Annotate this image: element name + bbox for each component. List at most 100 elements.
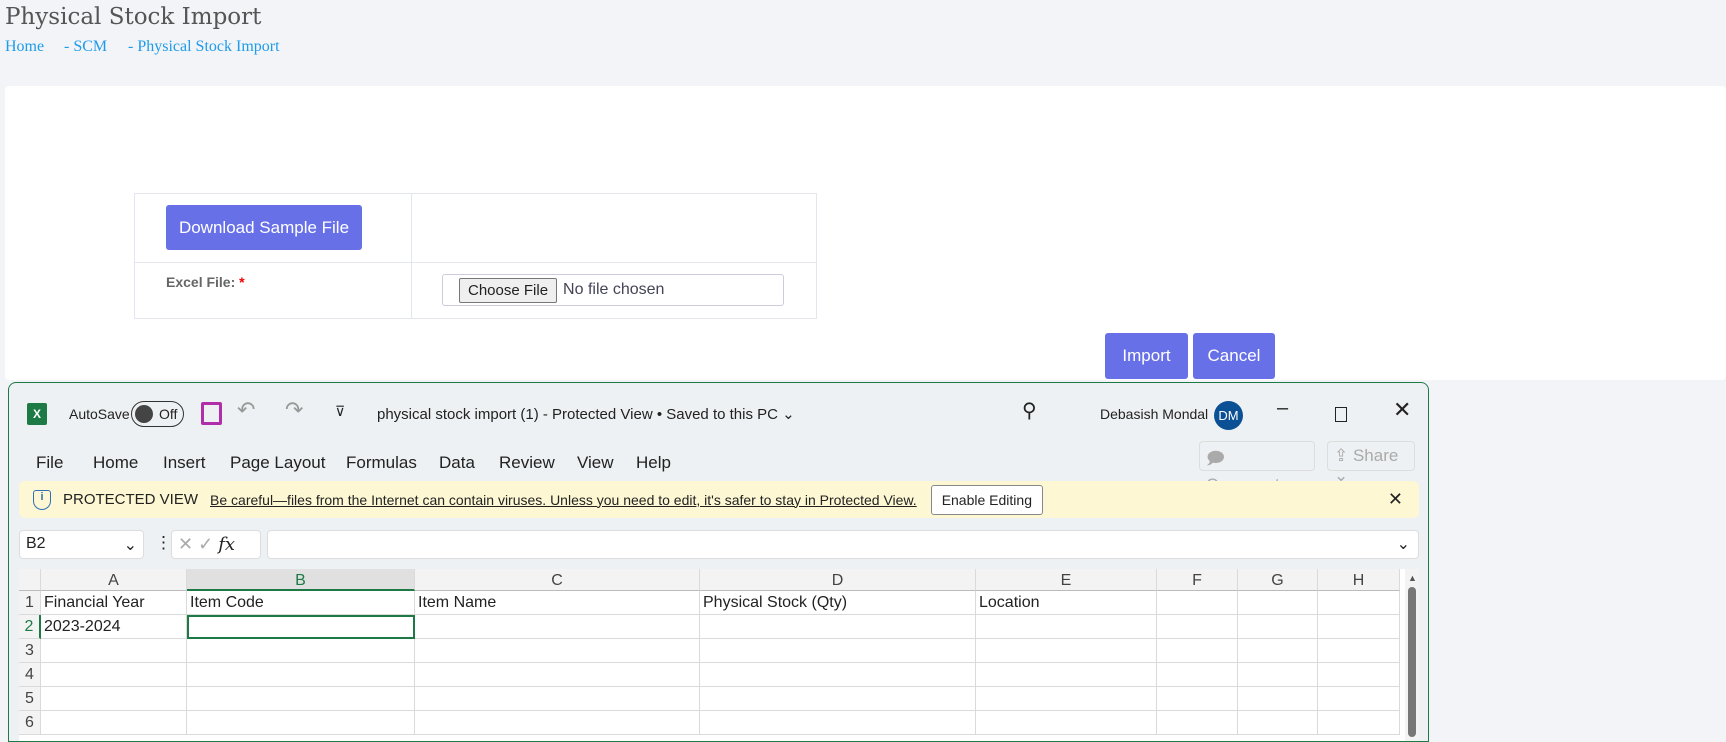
cell-G2[interactable]: [1238, 615, 1318, 639]
protected-view-message[interactable]: Be careful—files from the Internet can c…: [210, 492, 917, 508]
breadcrumb-current[interactable]: - Physical Stock Import: [128, 38, 280, 56]
column-header-E[interactable]: E: [976, 569, 1157, 591]
cell-A5[interactable]: [41, 687, 187, 711]
customize-toolbar-icon[interactable]: ⊽: [335, 403, 345, 420]
cell-A1[interactable]: Financial Year: [41, 591, 187, 615]
menu-data[interactable]: Data: [439, 453, 475, 473]
close-bar-icon[interactable]: ✕: [1388, 489, 1403, 510]
menu-file[interactable]: File: [36, 453, 63, 473]
comments-button[interactable]: 🗩 Comments: [1199, 441, 1315, 494]
cell-B2[interactable]: [187, 615, 415, 639]
redo-icon[interactable]: ↷: [285, 397, 303, 423]
cell-C4[interactable]: [415, 663, 700, 687]
cell-C6[interactable]: [415, 711, 700, 735]
row-header[interactable]: 3: [19, 639, 41, 663]
vertical-scrollbar[interactable]: ▲: [1405, 569, 1419, 741]
cell-E4[interactable]: [976, 663, 1157, 687]
cell-G4[interactable]: [1238, 663, 1318, 687]
cell-G3[interactable]: [1238, 639, 1318, 663]
cell-F3[interactable]: [1157, 639, 1238, 663]
cell-D5[interactable]: [700, 687, 976, 711]
cell-D2[interactable]: [700, 615, 976, 639]
row-header[interactable]: 2: [19, 615, 41, 639]
cell-F1[interactable]: [1157, 591, 1238, 615]
share-button[interactable]: ⇪ Share ⌄: [1327, 441, 1415, 485]
cell-H6[interactable]: [1318, 711, 1400, 735]
cell-C5[interactable]: [415, 687, 700, 711]
cancel-icon[interactable]: ✕: [178, 534, 193, 554]
cell-F2[interactable]: [1157, 615, 1238, 639]
save-icon[interactable]: [201, 402, 222, 425]
avatar[interactable]: DM: [1214, 401, 1243, 430]
column-header-A[interactable]: A: [41, 569, 187, 591]
column-header-D[interactable]: D: [700, 569, 976, 591]
import-button[interactable]: Import: [1105, 333, 1188, 379]
select-all-corner[interactable]: [19, 569, 41, 591]
cell-H2[interactable]: [1318, 615, 1400, 639]
column-header-C[interactable]: C: [415, 569, 700, 591]
cell-B3[interactable]: [187, 639, 415, 663]
fx-icon[interactable]: fx: [218, 534, 235, 555]
cell-A4[interactable]: [41, 663, 187, 687]
cell-A3[interactable]: [41, 639, 187, 663]
cell-G6[interactable]: [1238, 711, 1318, 735]
excel-file-input[interactable]: Choose File No file chosen: [442, 274, 784, 306]
cell-A6[interactable]: [41, 711, 187, 735]
enable-editing-button[interactable]: Enable Editing: [930, 484, 1043, 515]
cell-E1[interactable]: Location: [976, 591, 1157, 615]
row-header[interactable]: 5: [19, 687, 41, 711]
cell-D4[interactable]: [700, 663, 976, 687]
cell-E6[interactable]: [976, 711, 1157, 735]
menu-help[interactable]: Help: [636, 453, 671, 473]
cell-B1[interactable]: Item Code: [187, 591, 415, 615]
cell-F5[interactable]: [1157, 687, 1238, 711]
cell-H3[interactable]: [1318, 639, 1400, 663]
cell-H4[interactable]: [1318, 663, 1400, 687]
cell-E5[interactable]: [976, 687, 1157, 711]
minimize-icon[interactable]: –: [1277, 397, 1288, 420]
row-header[interactable]: 6: [19, 711, 41, 735]
column-header-G[interactable]: G: [1238, 569, 1318, 591]
menu-formulas[interactable]: Formulas: [346, 453, 417, 473]
cell-H1[interactable]: [1318, 591, 1400, 615]
menu-page-layout[interactable]: Page Layout: [230, 453, 325, 473]
menu-view[interactable]: View: [577, 453, 614, 473]
formula-bar-input[interactable]: ⌄: [267, 530, 1419, 559]
cell-G1[interactable]: [1238, 591, 1318, 615]
row-header[interactable]: 1: [19, 591, 41, 615]
menu-insert[interactable]: Insert: [163, 453, 206, 473]
cell-B6[interactable]: [187, 711, 415, 735]
cell-D1[interactable]: Physical Stock (Qty): [700, 591, 976, 615]
breadcrumb-home[interactable]: Home: [5, 38, 44, 56]
cell-B4[interactable]: [187, 663, 415, 687]
more-icon[interactable]: ⋮: [155, 533, 172, 553]
cell-B5[interactable]: [187, 687, 415, 711]
menu-home[interactable]: Home: [93, 453, 138, 473]
cell-C3[interactable]: [415, 639, 700, 663]
cell-C1[interactable]: Item Name: [415, 591, 700, 615]
column-header-B[interactable]: B: [187, 569, 415, 591]
cancel-button[interactable]: Cancel: [1193, 333, 1275, 379]
choose-file-button[interactable]: Choose File: [459, 277, 558, 303]
cell-H5[interactable]: [1318, 687, 1400, 711]
maximize-icon[interactable]: [1335, 407, 1347, 422]
name-box[interactable]: B2 ⌄: [19, 530, 144, 559]
scrollbar-thumb[interactable]: [1408, 587, 1416, 737]
row-header[interactable]: 4: [19, 663, 41, 687]
column-header-H[interactable]: H: [1318, 569, 1400, 591]
close-icon[interactable]: ✕: [1393, 397, 1411, 423]
cell-D6[interactable]: [700, 711, 976, 735]
check-icon[interactable]: ✓: [198, 534, 213, 554]
cell-G5[interactable]: [1238, 687, 1318, 711]
document-title[interactable]: physical stock import (1) - Protected Vi…: [377, 405, 795, 423]
cell-D3[interactable]: [700, 639, 976, 663]
cell-F4[interactable]: [1157, 663, 1238, 687]
search-icon[interactable]: ⚲: [1022, 398, 1037, 423]
cell-E2[interactable]: [976, 615, 1157, 639]
breadcrumb-scm[interactable]: - SCM: [64, 38, 107, 56]
column-header-F[interactable]: F: [1157, 569, 1238, 591]
download-sample-button[interactable]: Download Sample File: [166, 205, 362, 250]
cell-E3[interactable]: [976, 639, 1157, 663]
autosave-toggle[interactable]: Off: [131, 401, 184, 427]
menu-review[interactable]: Review: [499, 453, 555, 473]
